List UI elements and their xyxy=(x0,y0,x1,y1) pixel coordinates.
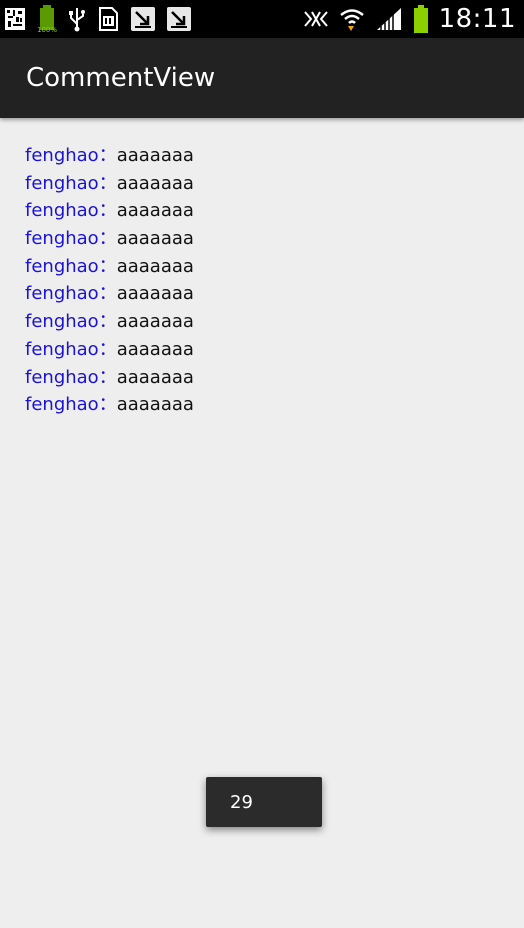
comment-text: aaaaaaa xyxy=(116,338,194,360)
toast-message: 29 xyxy=(206,777,322,827)
comment-item[interactable]: fenghao：aaaaaaa xyxy=(25,253,194,281)
comment-separator: ： xyxy=(98,228,117,250)
comment-author[interactable]: fenghao xyxy=(25,200,99,221)
comment-separator: ： xyxy=(98,200,117,222)
download-icon xyxy=(166,6,192,32)
svg-text:100%: 100% xyxy=(37,26,57,34)
comment-separator: ： xyxy=(98,311,117,333)
comment-text: aaaaaaa xyxy=(116,255,194,277)
comment-separator: ： xyxy=(98,145,117,166)
usb-icon xyxy=(68,6,86,32)
signal-icon xyxy=(375,6,403,32)
comment-text: aaaaaaa xyxy=(116,145,194,166)
comment-text: aaaaaaa xyxy=(116,228,194,250)
comment-separator: ： xyxy=(98,366,117,388)
comment-text: aaaaaaa xyxy=(116,311,194,333)
comment-author[interactable]: fenghao xyxy=(25,256,99,277)
status-bar: 100% 18:11 xyxy=(0,0,524,38)
download-icon xyxy=(130,6,156,32)
comment-author[interactable]: fenghao xyxy=(25,367,99,388)
comment-text: aaaaaaa xyxy=(116,394,194,416)
comment-item[interactable]: fenghao：aaaaaaa xyxy=(25,225,194,253)
toast-text: 29 xyxy=(230,791,253,813)
comment-item[interactable]: fenghao：aaaaaaa xyxy=(25,391,194,419)
sd-card-icon xyxy=(96,6,120,32)
comment-author[interactable]: fenghao xyxy=(25,145,99,166)
battery-icon xyxy=(413,4,429,34)
comment-separator: ： xyxy=(98,338,117,360)
wifi-icon xyxy=(339,6,365,32)
comment-author[interactable]: fenghao xyxy=(25,394,99,415)
action-bar: CommentView xyxy=(0,38,524,118)
app-title: CommentView xyxy=(26,63,216,93)
nfc-icon xyxy=(303,8,329,30)
clock: 18:11 xyxy=(438,4,516,34)
comment-item[interactable]: fenghao：aaaaaaa xyxy=(25,308,194,336)
comment-text: aaaaaaa xyxy=(116,172,194,194)
comment-text: aaaaaaa xyxy=(116,283,194,305)
comment-author[interactable]: fenghao xyxy=(25,339,99,360)
comment-author[interactable]: fenghao xyxy=(25,228,99,249)
comment-author[interactable]: fenghao xyxy=(25,283,99,304)
qr-code-icon xyxy=(4,6,26,32)
comment-text: aaaaaaa xyxy=(116,200,194,222)
comment-item[interactable]: fenghao：aaaaaaa xyxy=(25,364,194,392)
comment-item[interactable]: fenghao：aaaaaaa xyxy=(25,280,194,308)
comment-author[interactable]: fenghao xyxy=(25,173,99,194)
comment-item[interactable]: fenghao：aaaaaaa xyxy=(25,170,194,198)
comment-separator: ： xyxy=(98,394,117,416)
comment-author[interactable]: fenghao xyxy=(25,311,99,332)
comment-item[interactable]: fenghao：aaaaaaa xyxy=(25,142,194,170)
comment-item[interactable]: fenghao：aaaaaaa xyxy=(25,197,194,225)
status-bar-system: 18:11 xyxy=(303,4,516,34)
comment-separator: ： xyxy=(98,255,117,277)
comment-text: aaaaaaa xyxy=(116,366,194,388)
comment-item[interactable]: fenghao：aaaaaaa xyxy=(25,336,194,364)
comment-list: fenghao：aaaaaaa fenghao：aaaaaaa fenghao：… xyxy=(25,142,194,419)
status-bar-notifications: 100% xyxy=(4,4,192,34)
battery-full-icon: 100% xyxy=(36,4,58,34)
comment-separator: ： xyxy=(98,172,117,194)
comment-separator: ： xyxy=(98,283,117,305)
